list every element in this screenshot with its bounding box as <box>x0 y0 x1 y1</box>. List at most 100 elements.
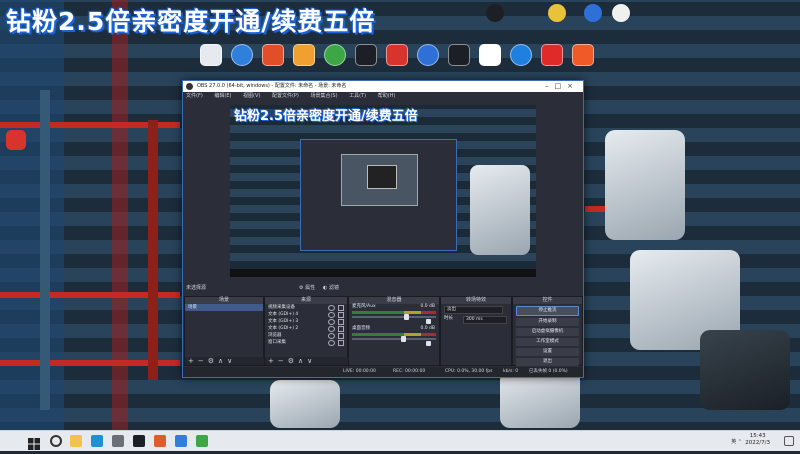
desktop-top-icon[interactable] <box>548 4 566 22</box>
filters-button[interactable]: ◐ 滤镜 <box>323 284 339 293</box>
obs-titlebar[interactable]: OBS 27.0.0 (64-bit, windows) - 配置文件: 未命名… <box>183 81 583 92</box>
settings-button[interactable]: 设置 <box>516 348 579 356</box>
mixer-channel-desktop: 桌面音频 0.0 dB <box>349 326 439 348</box>
mic-volume-slider[interactable] <box>352 314 436 320</box>
speaker-icon[interactable] <box>426 319 431 324</box>
search-icon[interactable] <box>50 435 62 447</box>
visibility-eye-icon[interactable] <box>328 340 335 346</box>
system-tray[interactable]: 英 ⌃ <box>731 438 742 445</box>
source-item[interactable]: 文本 (GDI+) 3 <box>265 318 347 325</box>
wallpaper-mecha-foot <box>500 370 580 428</box>
dropped-frames-readout: 已丢失帧 0 (0.0%) <box>529 369 568 374</box>
transitions-dock: 转场特效 淡出 时长 300 ms <box>440 296 512 366</box>
preview-nested-obs <box>300 139 457 251</box>
close-icon[interactable]: × <box>567 82 579 90</box>
duration-label: 时长 <box>444 316 453 321</box>
desktop-top-icon[interactable] <box>584 4 602 22</box>
desktop-volume-knob[interactable] <box>400 336 406 342</box>
netease-music-icon[interactable] <box>541 44 563 66</box>
taskbar-app-5[interactable] <box>154 435 166 447</box>
menu-help[interactable]: 帮助(H) <box>378 93 396 99</box>
menu-file[interactable]: 文件(F) <box>186 93 203 99</box>
menu-scene-collection[interactable]: 场景集合(S) <box>310 93 337 99</box>
controls-dock: 控件 停止推流 开始录制 启动虚拟摄像机 工作室模式 设置 退出 <box>512 296 583 366</box>
obs-preview[interactable]: 钻粉2.5倍亲密度开通/续费五倍 <box>230 105 536 277</box>
transition-type-select[interactable]: 淡出 <box>444 306 503 314</box>
transition-type-row: 淡出 <box>441 304 511 314</box>
start-virtual-camera-button[interactable]: 启动虚拟摄像机 <box>516 328 579 336</box>
stop-streaming-button[interactable]: 停止推流 <box>516 306 579 316</box>
app-shortcut-2[interactable] <box>231 44 253 66</box>
desktop-top-icon[interactable] <box>612 4 630 22</box>
windows-start-icon[interactable] <box>28 435 40 450</box>
sources-dock: 来源 视频采集设备 文本 (GDI+) 4 文本 (GDI+) 3 文本 (GD… <box>264 296 350 366</box>
kugou-icon[interactable] <box>510 44 532 66</box>
desktop-volume-slider[interactable] <box>352 336 436 342</box>
scenes-dock-title: 场景 <box>185 297 263 304</box>
exit-button[interactable]: 退出 <box>516 358 579 366</box>
menu-profile[interactable]: 配置文件(P) <box>272 93 299 99</box>
minimize-icon[interactable]: – <box>545 82 555 90</box>
mic-volume-knob[interactable] <box>404 314 410 320</box>
speaker-icon[interactable] <box>426 341 431 346</box>
scenes-dock: 场景 场景 +−⚙∧∨ <box>184 296 266 366</box>
studio-mode-button[interactable]: 工作室模式 <box>516 338 579 346</box>
transitions-dock-title: 转场特效 <box>441 297 511 304</box>
wallpaper-mecha-arm <box>700 330 790 410</box>
desktop-left-icon[interactable] <box>6 130 26 150</box>
obs-window-title: OBS 27.0.0 (64-bit, windows) - 配置文件: 未命名… <box>197 83 347 89</box>
taskbar-app-6[interactable] <box>175 435 187 447</box>
app-shortcut-7[interactable] <box>386 44 408 66</box>
source-item[interactable]: 浏览器 <box>265 332 347 339</box>
audio-mixer-dock: 混音器 麦克风/Aux 0.0 dB 桌面音频 0.0 dB <box>348 296 440 366</box>
menu-tools[interactable]: 工具(T) <box>349 93 366 99</box>
app-shortcut-8[interactable] <box>417 44 439 66</box>
maximize-icon[interactable]: □ <box>555 82 568 90</box>
app-shortcut-9[interactable] <box>448 44 470 66</box>
duration-input[interactable]: 300 ms <box>463 316 507 324</box>
source-item[interactable]: 窗口采集 <box>265 339 347 346</box>
settings-icon[interactable] <box>112 435 124 447</box>
menu-edit[interactable]: 编辑(E) <box>214 93 231 99</box>
sources-dock-title: 来源 <box>265 297 347 304</box>
preview-banner-text: 钻粉2.5倍亲密度开通/续费五倍 <box>234 109 418 124</box>
scenes-dock-toolbar[interactable]: +−⚙∧∨ <box>185 357 266 365</box>
scene-item[interactable]: 场景 <box>185 304 263 311</box>
app-shortcut-1[interactable] <box>200 44 222 66</box>
file-explorer-icon[interactable] <box>70 435 82 447</box>
controls-dock-title: 控件 <box>513 297 582 304</box>
sources-dock-toolbar[interactable]: +−⚙∧∨ <box>265 357 350 365</box>
obs-taskbar-icon[interactable] <box>133 435 145 447</box>
chrome-taskbar-icon[interactable] <box>196 435 208 447</box>
desktop-top-icon[interactable] <box>486 4 504 22</box>
start-recording-button[interactable]: 开始录制 <box>516 318 579 326</box>
obs-window[interactable]: OBS 27.0.0 (64-bit, windows) - 配置文件: 未命名… <box>182 80 584 378</box>
clock-time: 15:43 <box>749 433 766 439</box>
properties-button[interactable]: ⚙ 属性 <box>299 284 315 293</box>
app-shortcut-10[interactable] <box>479 44 501 66</box>
mic-channel-db: 0.0 dB <box>420 304 435 309</box>
transition-duration-row: 时长 300 ms <box>441 314 511 324</box>
app-shortcut-4[interactable] <box>293 44 315 66</box>
obs-logo-icon <box>186 83 193 90</box>
cpu-fps-readout: CPU: 0.0%, 30.00 fps <box>445 369 493 374</box>
chrome-icon[interactable] <box>324 44 346 66</box>
preview-taskbar <box>230 269 536 277</box>
source-item[interactable]: 文本 (GDI+) 4 <box>265 311 347 318</box>
live-timer: LIVE: 00:00:00 <box>343 369 376 374</box>
source-item[interactable]: 视频采集设备 <box>265 304 347 311</box>
wallpaper-mecha-head <box>605 130 685 240</box>
obs-icon[interactable] <box>355 44 377 66</box>
source-item[interactable]: 文本 (GDI+) 2 <box>265 325 347 332</box>
window-controls[interactable]: –□× <box>545 81 579 92</box>
app-shortcut-13[interactable] <box>572 44 594 66</box>
desktop-volume-meter <box>352 333 436 336</box>
menu-view[interactable]: 视图(V) <box>243 93 260 99</box>
edge-icon[interactable] <box>91 435 103 447</box>
lock-icon[interactable] <box>338 340 344 346</box>
taskbar-clock[interactable]: 15:43 2022/7/3 <box>745 433 770 447</box>
app-shortcut-3[interactable] <box>262 44 284 66</box>
source-toolbar: 未选择源 ⚙ 属性 ◐ 滤镜 <box>183 284 583 293</box>
notification-icon[interactable] <box>784 436 794 446</box>
preview-nested-obs-2 <box>341 154 418 206</box>
